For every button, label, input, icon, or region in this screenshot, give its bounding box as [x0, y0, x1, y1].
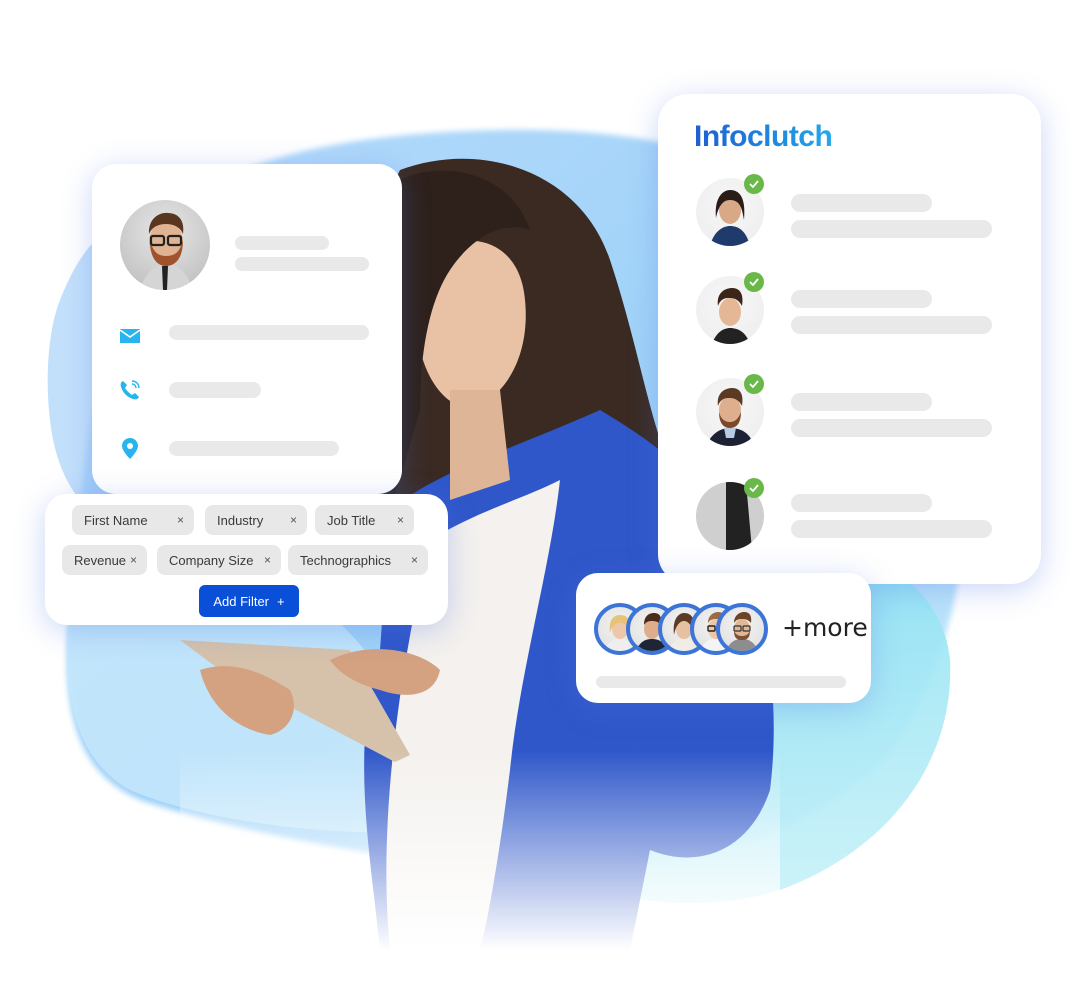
- verified-check-icon: [744, 174, 764, 194]
- remove-chip-icon[interactable]: ×: [264, 553, 271, 567]
- email-icon: [119, 329, 141, 343]
- chip-label: Company Size: [169, 552, 254, 568]
- remove-chip-icon[interactable]: ×: [130, 553, 137, 567]
- remove-chip-icon[interactable]: ×: [177, 513, 184, 527]
- contact-name-placeholder: [791, 393, 932, 411]
- contact-name-placeholder: [791, 494, 932, 512]
- more-placeholder-bar: [596, 676, 846, 688]
- contact-detail-placeholder: [791, 316, 992, 334]
- filter-chip-company-size[interactable]: Company Size ×: [157, 545, 281, 575]
- remove-chip-icon[interactable]: ×: [411, 553, 418, 567]
- chip-label: Technographics: [300, 552, 392, 568]
- contact-profile-card: [92, 164, 402, 494]
- remove-chip-icon[interactable]: ×: [290, 513, 297, 527]
- filter-chip-technographics[interactable]: Technographics ×: [288, 545, 428, 575]
- verified-check-icon: [744, 374, 764, 394]
- add-filter-label: Add Filter: [213, 593, 270, 609]
- verified-check-icon: [744, 478, 764, 498]
- filter-chip-industry[interactable]: Industry ×: [205, 505, 307, 535]
- chip-label: First Name: [84, 512, 148, 528]
- address-placeholder: [169, 441, 339, 456]
- contact-list-item[interactable]: [694, 478, 1014, 552]
- phone-icon: [120, 380, 140, 400]
- chip-label: Industry: [217, 512, 264, 528]
- man-glasses-photo: [140, 212, 192, 290]
- contact-list-item[interactable]: [694, 374, 1014, 448]
- contact-list-item[interactable]: [694, 174, 1014, 248]
- infoclutch-contacts-card: Infoclutch: [658, 94, 1041, 584]
- contact-list-item[interactable]: [694, 272, 1014, 346]
- contact-detail-placeholder: [791, 220, 992, 238]
- filter-chip-first-name[interactable]: First Name ×: [72, 505, 194, 535]
- location-pin-icon: [122, 438, 138, 459]
- contact-name-placeholder: [791, 194, 932, 212]
- contact-name-placeholder: [791, 290, 932, 308]
- filter-card: First Name × Industry × Job Title × Reve…: [45, 494, 448, 625]
- profile-avatar: [120, 200, 210, 290]
- title-placeholder: [235, 257, 369, 271]
- filter-chip-job-title[interactable]: Job Title ×: [315, 505, 414, 535]
- more-contacts-card: +more: [576, 573, 871, 703]
- name-placeholder: [235, 236, 329, 250]
- contact-detail-placeholder: [791, 419, 992, 437]
- chip-label: Revenue: [74, 552, 127, 568]
- add-filter-button[interactable]: Add Filter +: [199, 585, 299, 617]
- infoclutch-logo: Infoclutch: [694, 120, 833, 153]
- remove-chip-icon[interactable]: ×: [397, 513, 404, 527]
- contact-detail-placeholder: [791, 520, 992, 538]
- stacked-avatar: [716, 603, 768, 655]
- chip-label: Job Title: [327, 512, 376, 528]
- verified-check-icon: [744, 272, 764, 292]
- more-contacts-label[interactable]: +more: [782, 613, 868, 642]
- email-placeholder: [169, 325, 369, 340]
- phone-placeholder: [169, 382, 261, 398]
- plus-icon: +: [277, 593, 285, 609]
- filter-chip-revenue[interactable]: Revenue ×: [62, 545, 147, 575]
